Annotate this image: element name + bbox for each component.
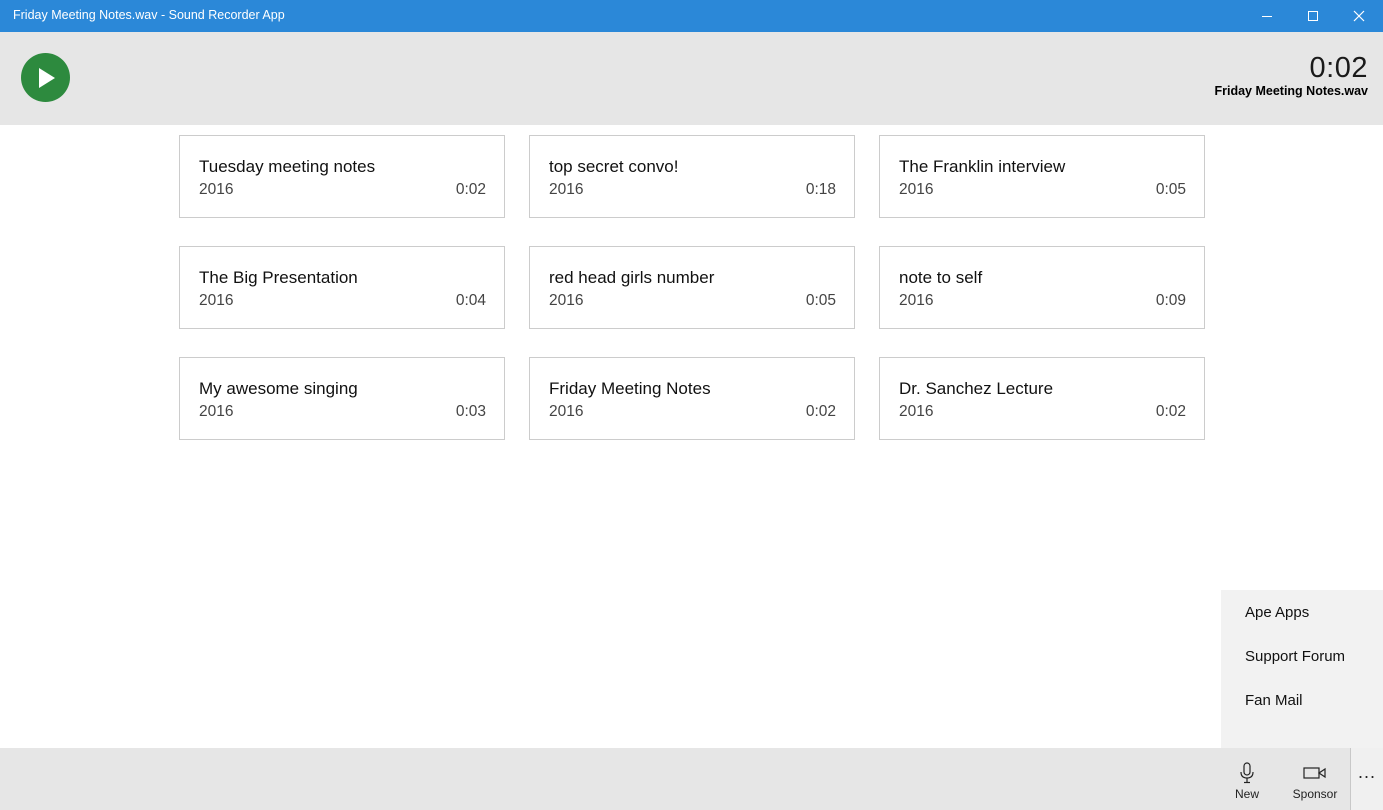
recording-duration: 0:09 — [1155, 292, 1186, 309]
recording-title: Tuesday meeting notes — [199, 157, 376, 176]
menu-item-support-forum[interactable]: Support Forum — [1245, 648, 1345, 665]
recording-title: Dr. Sanchez Lecture — [899, 379, 1054, 398]
recording-year: 2016 — [549, 292, 584, 309]
minimize-button[interactable] — [1244, 0, 1290, 32]
recording-card[interactable]: The Franklin interview 2016 0:05 — [879, 135, 1205, 218]
recording-duration: 0:03 — [455, 403, 486, 420]
recording-card[interactable]: Tuesday meeting notes 2016 0:02 — [179, 135, 505, 218]
recording-card[interactable]: Dr. Sanchez Lecture 2016 0:02 — [879, 357, 1205, 440]
recording-duration: 0:05 — [1155, 181, 1186, 198]
recording-card[interactable]: note to self 2016 0:09 — [879, 246, 1205, 329]
recording-title: top secret convo! — [549, 157, 679, 176]
current-file-name: Friday Meeting Notes.wav — [1214, 84, 1368, 98]
recording-year: 2016 — [199, 181, 234, 198]
menu-item-fan-mail[interactable]: Fan Mail — [1245, 692, 1303, 709]
recording-duration: 0:02 — [455, 181, 486, 198]
maximize-icon — [1308, 11, 1318, 21]
new-recording-button[interactable]: New — [1213, 748, 1281, 810]
recording-year: 2016 — [899, 181, 934, 198]
recording-card[interactable]: top secret convo! 2016 0:18 — [529, 135, 855, 218]
recording-duration: 0:02 — [805, 403, 836, 420]
sponsor-label: Sponsor — [1292, 787, 1338, 801]
recording-year: 2016 — [899, 292, 934, 309]
close-button[interactable] — [1336, 0, 1382, 32]
recordings-grid: Tuesday meeting notes 2016 0:02 top secr… — [179, 135, 1205, 440]
play-icon — [38, 67, 55, 88]
video-camera-icon — [1303, 767, 1326, 779]
recording-card[interactable]: The Big Presentation 2016 0:04 — [179, 246, 505, 329]
recording-card[interactable]: My awesome singing 2016 0:03 — [179, 357, 505, 440]
menu-item-ape-apps[interactable]: Ape Apps — [1245, 604, 1309, 621]
recording-title: The Franklin interview — [899, 157, 1066, 176]
recording-title: My awesome singing — [199, 379, 358, 398]
recording-year: 2016 — [549, 181, 584, 198]
app-bar: New Sponsor ... — [0, 748, 1383, 810]
play-button[interactable] — [21, 53, 70, 102]
recording-title: Friday Meeting Notes — [549, 379, 711, 398]
recording-card[interactable]: Friday Meeting Notes 2016 0:02 — [529, 357, 855, 440]
maximize-button[interactable] — [1290, 0, 1336, 32]
recording-duration: 0:18 — [805, 181, 836, 198]
recording-card[interactable]: red head girls number 2016 0:05 — [529, 246, 855, 329]
recording-duration: 0:04 — [455, 292, 486, 309]
more-icon: ... — [1357, 762, 1376, 782]
window-title: Friday Meeting Notes.wav - Sound Recorde… — [13, 8, 285, 22]
recording-title: red head girls number — [549, 268, 715, 287]
recording-duration: 0:05 — [805, 292, 836, 309]
title-bar: Friday Meeting Notes.wav - Sound Recorde… — [0, 0, 1383, 32]
recording-year: 2016 — [899, 403, 934, 420]
playback-time: 0:02 — [1309, 52, 1368, 84]
recording-year: 2016 — [199, 403, 234, 420]
overflow-menu: Ape Apps Support Forum Fan Mail — [1221, 590, 1383, 748]
recording-duration: 0:02 — [1155, 403, 1186, 420]
recording-year: 2016 — [549, 403, 584, 420]
more-button[interactable]: ... — [1350, 748, 1383, 810]
player-header: 0:02 Friday Meeting Notes.wav — [0, 32, 1383, 125]
new-label: New — [1234, 787, 1259, 801]
recording-title: note to self — [899, 268, 983, 287]
minimize-icon — [1262, 16, 1272, 17]
close-icon — [1353, 10, 1365, 22]
recording-year: 2016 — [199, 292, 234, 309]
microphone-icon — [1240, 762, 1254, 784]
recording-title: The Big Presentation — [199, 268, 358, 287]
sponsor-button[interactable]: Sponsor — [1281, 748, 1349, 810]
